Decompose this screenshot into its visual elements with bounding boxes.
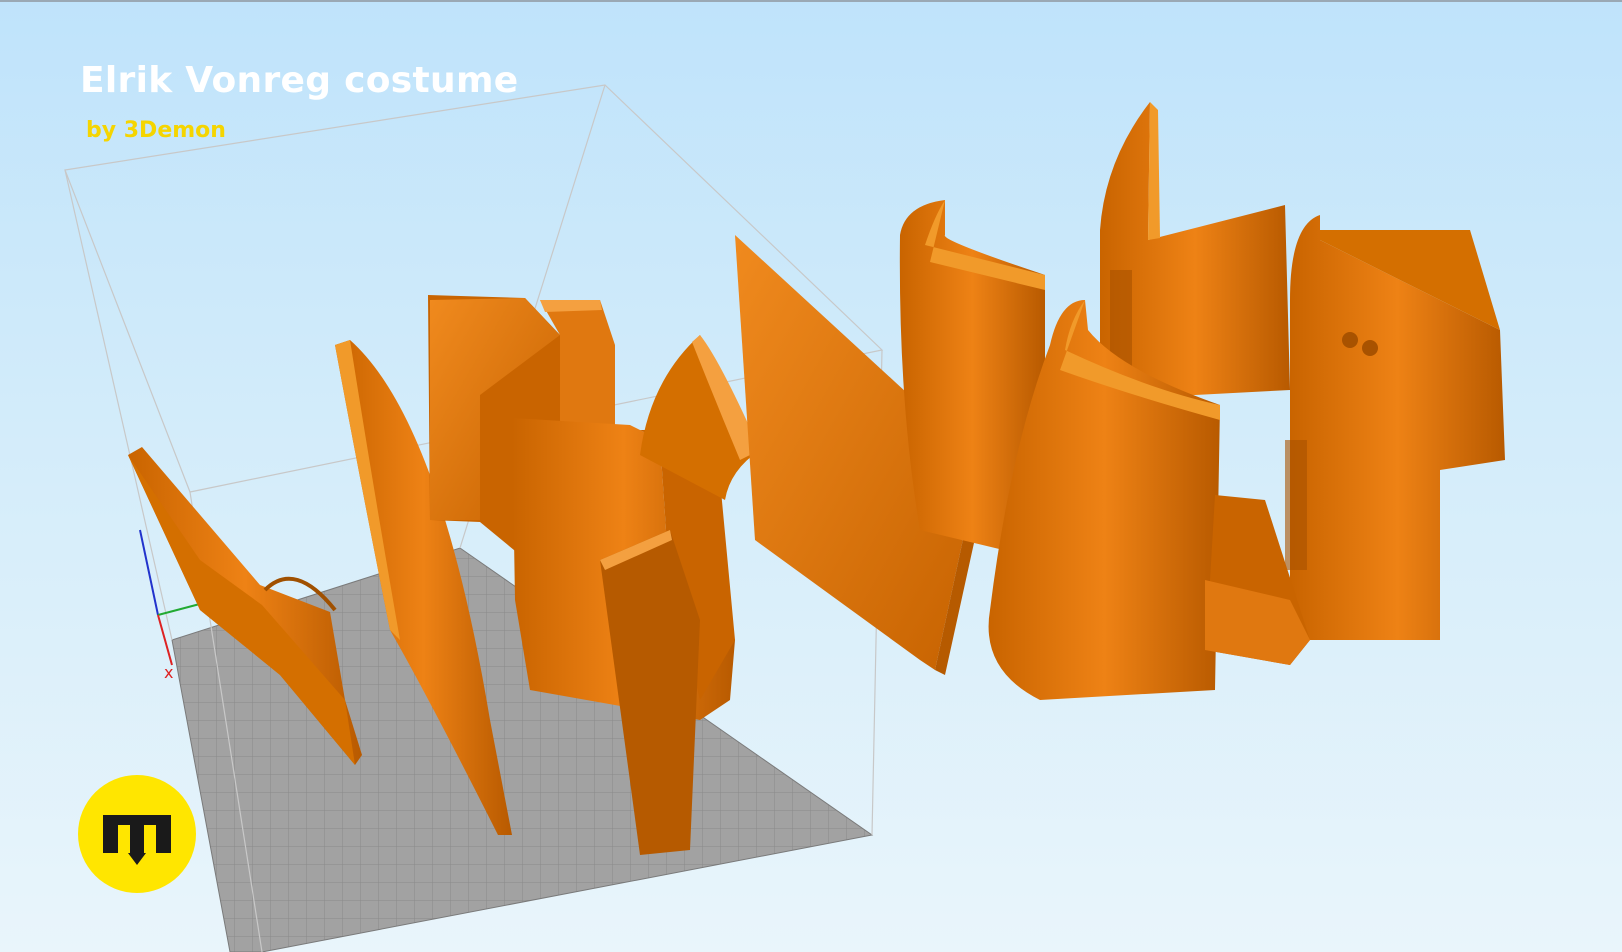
3demon-logo-icon bbox=[78, 775, 196, 893]
z-axis-line bbox=[139, 529, 159, 616]
x-axis-label: x bbox=[164, 663, 173, 682]
page-subtitle: by 3Demon bbox=[86, 118, 226, 143]
x-axis-line bbox=[157, 614, 173, 666]
3d-viewport[interactable]: x bbox=[0, 0, 1622, 952]
page-title: Elrik Vonreg costume bbox=[80, 60, 519, 101]
model-part-9[interactable] bbox=[1285, 215, 1505, 640]
